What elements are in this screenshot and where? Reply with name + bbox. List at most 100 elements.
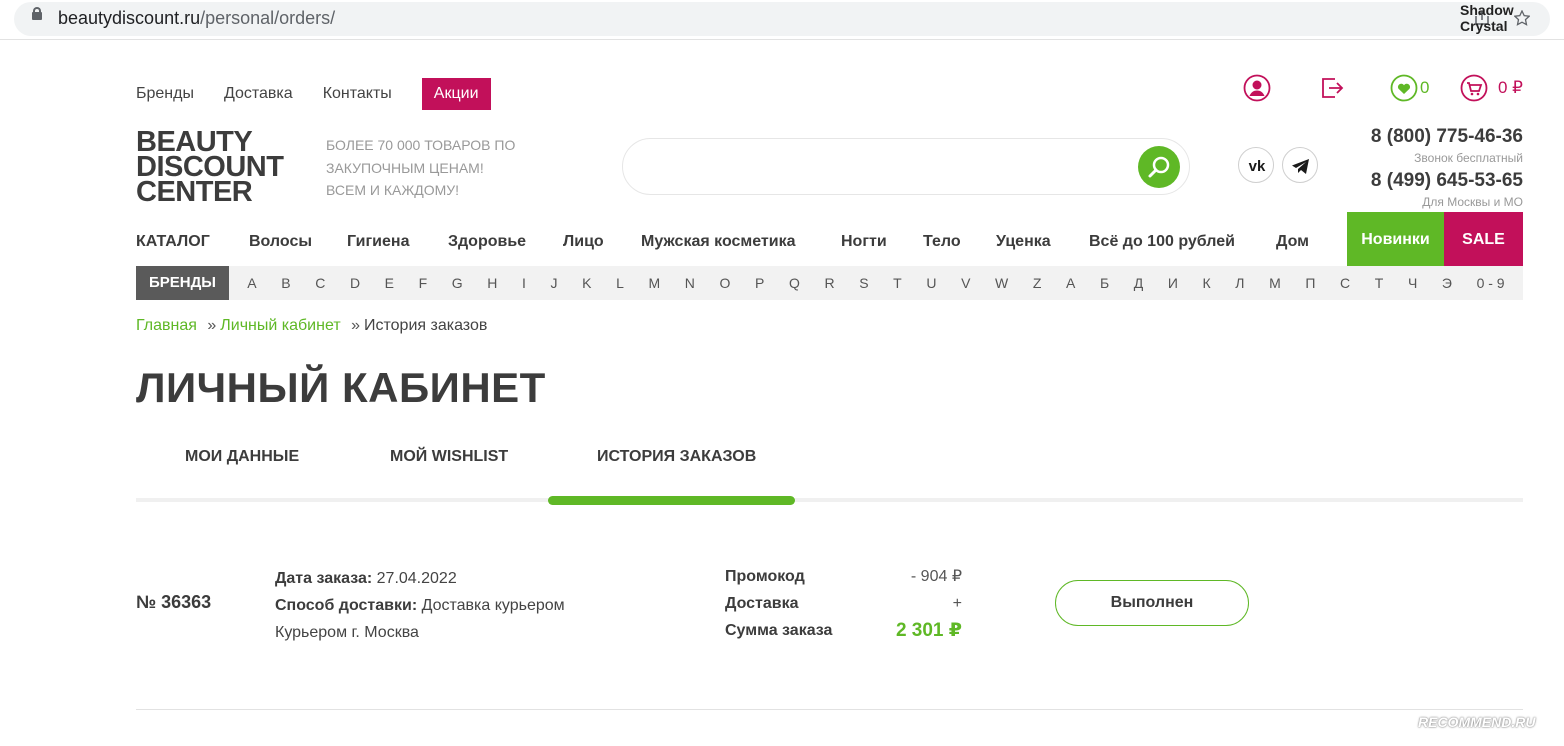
order-info: Дата заказа: 27.04.2022 Способ доставки:… — [275, 565, 565, 646]
brand-letter[interactable]: U — [926, 275, 936, 291]
menu-catalog[interactable]: КАТАЛОГ — [136, 233, 210, 251]
menu-hygiene[interactable]: Гигиена — [347, 233, 409, 251]
order-divider — [136, 709, 1523, 710]
order-sum-labels: Промокод Доставка Сумма заказа — [725, 563, 832, 644]
brand-letter[interactable]: I — [522, 275, 526, 291]
cart-icon[interactable] — [1460, 74, 1488, 102]
url-domain: beautydiscount.ru — [58, 8, 201, 28]
page-title: ЛИЧНЫЙ КАБИНЕТ — [136, 364, 546, 411]
search-input[interactable] — [622, 138, 1190, 195]
tagline-line: ВСЕМ И КАЖДОМУ! — [326, 182, 460, 198]
brand-letter[interactable]: D — [350, 275, 360, 291]
catalog-menu: КАТАЛОГ Волосы Гигиена Здоровье Лицо Муж… — [136, 212, 1523, 266]
brand-letter[interactable]: Э — [1442, 275, 1452, 291]
phone-moscow[interactable]: 8 (499) 645-53-65 — [1371, 170, 1523, 192]
brand-letter[interactable]: E — [385, 275, 394, 291]
brand-letter[interactable]: Т — [1375, 275, 1384, 291]
wishlist-count[interactable]: 0 — [1420, 78, 1429, 98]
breadcrumb-separator: » — [351, 317, 360, 334]
brand-letter[interactable]: К — [1203, 275, 1211, 291]
active-tab-indicator — [548, 496, 795, 505]
logout-icon[interactable] — [1318, 74, 1346, 102]
search-icon — [1148, 156, 1170, 178]
brand-letter[interactable]: И — [1168, 275, 1178, 291]
nav-link-contacts[interactable]: Контакты — [323, 85, 392, 103]
menu-hair[interactable]: Волосы — [249, 233, 312, 251]
wishlist-heart-icon[interactable] — [1390, 74, 1418, 102]
brand-letter[interactable]: A — [247, 275, 256, 291]
promo-value: - 904 ₽ — [910, 568, 962, 585]
tab-my-data[interactable]: МОИ ДАННЫЕ — [185, 448, 299, 466]
promo-button[interactable]: Акции — [421, 78, 491, 110]
brand-letter[interactable]: С — [1340, 275, 1350, 291]
phone-free[interactable]: 8 (800) 775-46-36 — [1371, 126, 1523, 148]
brand-letter[interactable]: M — [649, 275, 661, 291]
brand-letter[interactable]: F — [419, 275, 428, 291]
brand-letter[interactable]: Л — [1235, 275, 1244, 291]
order-sum-values: - 904 ₽ + 2 301 ₽ — [860, 563, 962, 644]
menu-nails[interactable]: Ногти — [841, 233, 887, 251]
menu-new-button[interactable]: Новинки — [1347, 212, 1444, 266]
tabs-divider — [136, 498, 1523, 502]
menu-under-100[interactable]: Всё до 100 рублей — [1089, 233, 1235, 251]
brand-letter[interactable]: Q — [789, 275, 800, 291]
brand-letter[interactable]: B — [281, 275, 290, 291]
menu-sale-button[interactable]: SALE — [1444, 212, 1523, 266]
cart-total[interactable]: 0 ₽ — [1498, 78, 1523, 98]
brand-letter[interactable]: J — [551, 275, 558, 291]
watermark: RECOMMEND.RU — [1418, 714, 1536, 730]
menu-home[interactable]: Дом — [1276, 233, 1309, 251]
total-label: Сумма заказа — [725, 622, 833, 639]
brand-letter[interactable]: П — [1305, 275, 1315, 291]
brands-bar: БРЕНДЫ A B C D E F G H I J K L M N O P Q R S T U V W Z А Б Д И К Л М П С… — [136, 266, 1523, 300]
brand-letter[interactable]: S — [859, 275, 868, 291]
brand-letter[interactable]: Д — [1134, 275, 1143, 291]
browser-profile-name[interactable]: Shadow Crystal — [1460, 2, 1564, 34]
brand-letter[interactable]: C — [315, 275, 325, 291]
brand-letter[interactable]: H — [487, 275, 497, 291]
menu-discount[interactable]: Уценка — [996, 233, 1051, 251]
url-text[interactable]: beautydiscount.ru/personal/orders/ — [58, 8, 335, 29]
brand-letter[interactable]: 0 - 9 — [1477, 275, 1505, 291]
phone-moscow-note: Для Москвы и МО — [1422, 195, 1523, 209]
menu-face[interactable]: Лицо — [563, 233, 604, 251]
brand-letter[interactable]: L — [616, 275, 624, 291]
brand-letter[interactable]: G — [452, 275, 463, 291]
breadcrumb-home[interactable]: Главная — [136, 317, 197, 334]
brand-letter[interactable]: R — [824, 275, 834, 291]
shipping-label: Доставка — [725, 595, 799, 612]
vk-icon[interactable]: vk — [1238, 147, 1274, 183]
brand-letter[interactable]: P — [755, 275, 764, 291]
order-status-button[interactable]: Выполнен — [1055, 580, 1249, 626]
contact-phones: 8 (800) 775-46-36 Звонок бесплатный 8 (4… — [1371, 126, 1523, 214]
user-icon[interactable] — [1243, 74, 1271, 102]
menu-health[interactable]: Здоровье — [448, 233, 526, 251]
menu-body[interactable]: Тело — [923, 233, 961, 251]
brand-letter[interactable]: N — [685, 275, 695, 291]
breadcrumb-cabinet[interactable]: Личный кабинет — [220, 317, 340, 334]
brand-letter[interactable]: Б — [1100, 275, 1109, 291]
nav-link-delivery[interactable]: Доставка — [224, 85, 293, 103]
brand-letter[interactable]: Z — [1033, 275, 1042, 291]
telegram-icon[interactable] — [1282, 147, 1318, 183]
site-logo[interactable]: BEAUTY DISCOUNT CENTER — [136, 128, 284, 207]
brand-letter[interactable]: А — [1066, 275, 1075, 291]
lock-icon[interactable] — [32, 7, 42, 20]
search-button[interactable] — [1138, 146, 1180, 188]
brands-label[interactable]: БРЕНДЫ — [136, 266, 229, 300]
tab-wishlist[interactable]: МОЙ WISHLIST — [390, 448, 508, 466]
brand-letter[interactable]: O — [720, 275, 731, 291]
brand-letter[interactable]: K — [582, 275, 591, 291]
brand-letter[interactable]: T — [893, 275, 902, 291]
tab-order-history[interactable]: ИСТОРИЯ ЗАКАЗОВ — [597, 448, 756, 466]
delivery-method: Доставка курьером — [421, 597, 565, 614]
brand-letter[interactable]: Ч — [1408, 275, 1417, 291]
url-path: /personal/orders/ — [200, 8, 336, 28]
nav-link-brands[interactable]: Бренды — [136, 85, 194, 103]
brand-letter[interactable]: W — [995, 275, 1008, 291]
breadcrumb-current: История заказов — [364, 317, 488, 334]
total-value: 2 301 ₽ — [895, 620, 962, 641]
menu-men[interactable]: Мужская косметика — [641, 233, 796, 251]
brand-letter[interactable]: М — [1269, 275, 1281, 291]
brand-letter[interactable]: V — [961, 275, 970, 291]
